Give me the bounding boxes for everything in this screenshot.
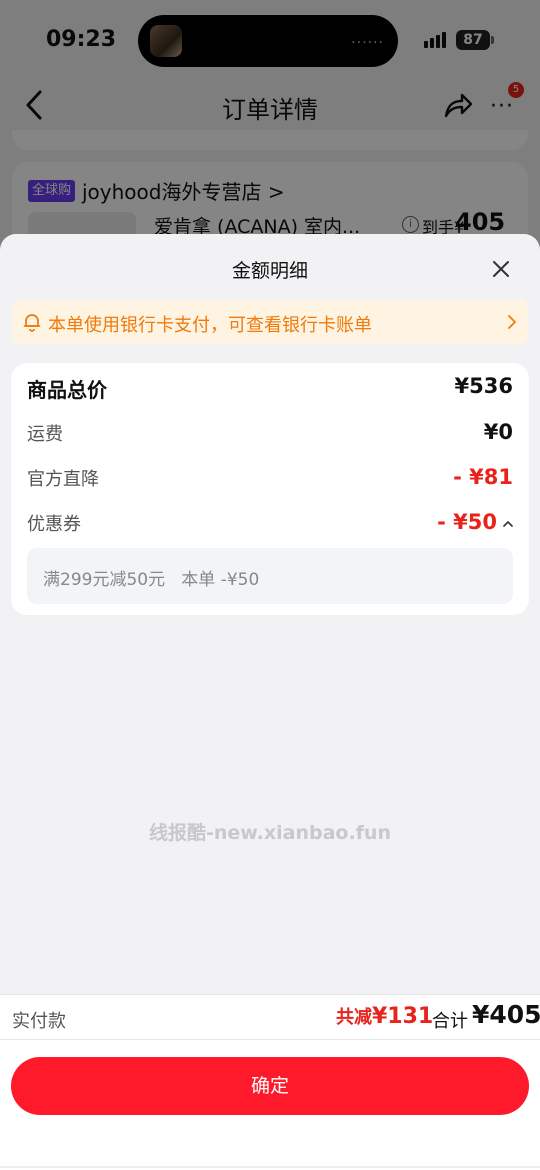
amount-detail-card: 商品总价 ¥536 运费 ¥0 官方直降 - ¥81 优惠券 - ¥50 满29… [11, 363, 529, 615]
chevron-up-icon[interactable] [503, 520, 513, 527]
row-official-discount: 官方直降 - ¥81 [27, 465, 513, 495]
row-goods-total: 商品总价 ¥536 [27, 374, 513, 404]
shipping-value: ¥0 [483, 420, 513, 444]
total-value: ¥405 [472, 1000, 540, 1029]
sheet-title: 金额明细 [231, 260, 308, 282]
official-discount-label: 官方直降 [27, 469, 99, 490]
close-icon[interactable] [488, 256, 514, 282]
confirm-button[interactable]: 确定 [11, 1057, 529, 1115]
amount-detail-sheet: 金额明细 本单使用银行卡支付，可查看银行卡账单 商品总价 ¥536 运费 ¥0 … [0, 234, 540, 1170]
total-discount-prefix: 共减 [336, 1007, 372, 1028]
goods-total-label: 商品总价 [27, 378, 107, 402]
home-indicator [0, 1166, 540, 1168]
watermark: 线报酷-new.xianbao.fun [149, 822, 391, 844]
coupon-detail-box: 满299元减50元 本单 -¥50 [27, 548, 513, 604]
coupon-label: 优惠券 [27, 514, 81, 535]
official-discount-value: - ¥81 [453, 465, 513, 489]
actual-payment-label: 实付款 [12, 1011, 66, 1032]
coupon-value: - ¥50 [437, 510, 497, 534]
payment-summary-bar: 实付款 共减¥131 合计 ¥405 [0, 994, 540, 1040]
chevron-right-icon [508, 315, 516, 329]
row-coupon[interactable]: 优惠券 - ¥50 [27, 510, 513, 540]
total-label: 合计 [432, 1011, 468, 1032]
shipping-label: 运费 [27, 424, 63, 445]
goods-total-value: ¥536 [454, 374, 513, 398]
bell-icon [23, 314, 41, 332]
coupon-detail-text: 满299元减50元 本单 -¥50 [43, 570, 260, 590]
notice-text: 本单使用银行卡支付，可查看银行卡账单 [48, 315, 372, 336]
total-discount-value: ¥131 [372, 1004, 434, 1029]
total-discount: 共减¥131 [336, 1003, 433, 1029]
row-shipping: 运费 ¥0 [27, 420, 513, 450]
bank-card-notice[interactable]: 本单使用银行卡支付，可查看银行卡账单 [12, 300, 528, 344]
